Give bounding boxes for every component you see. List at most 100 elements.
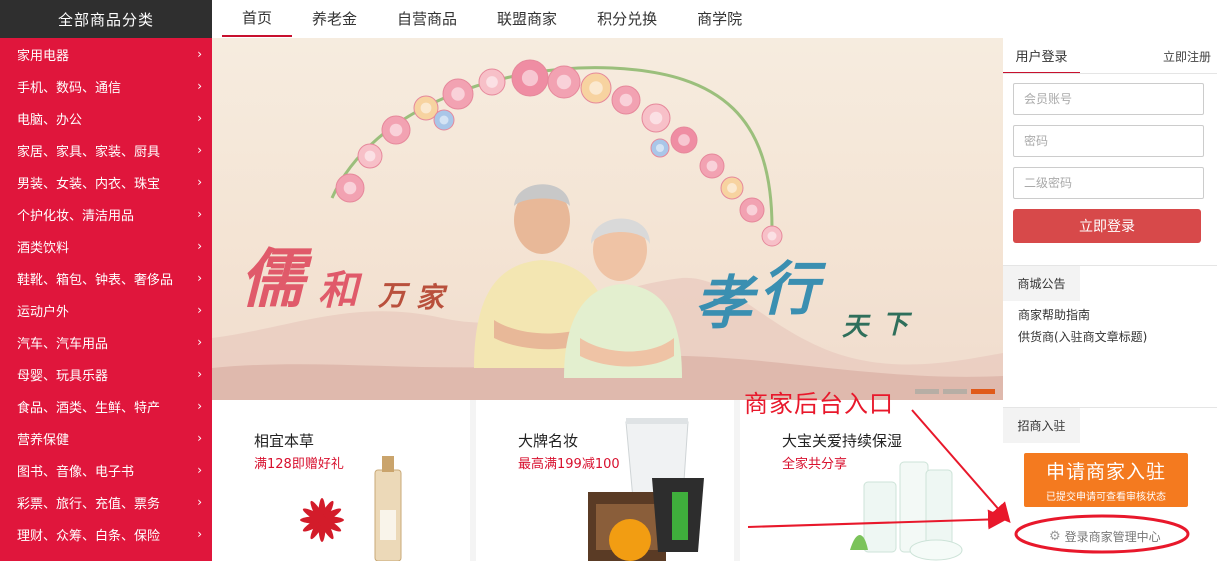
category-label: 营养保健 xyxy=(17,432,70,448)
chevron-right-icon: › xyxy=(197,207,202,221)
slogan-char: 和 xyxy=(318,267,358,314)
category-item[interactable]: 鞋靴、箱包、钟表、奢侈品 › xyxy=(3,262,212,294)
flower-center xyxy=(727,183,737,193)
product-image-skincare xyxy=(850,461,963,561)
promo-card-3[interactable]: 大宝关爱持续保湿 全家共分享 xyxy=(740,400,1003,561)
category-label: 汽车、汽车用品 xyxy=(17,336,109,352)
flower-center xyxy=(655,143,665,153)
flower-center xyxy=(389,123,403,137)
banner-dot[interactable] xyxy=(915,389,939,394)
category-item[interactable]: 营养保健 › xyxy=(3,422,212,454)
promo-card-1[interactable]: 相宜本草 满128即赠好礼 xyxy=(212,400,470,561)
category-item[interactable]: 男装、女装、内衣、珠宝 › xyxy=(3,166,212,198)
category-label: 理财、众筹、白条、保险 xyxy=(17,528,161,544)
flower-center xyxy=(420,102,432,114)
category-item[interactable]: 酒类饮料 › xyxy=(3,230,212,262)
nav-item[interactable]: 自营商品 xyxy=(377,0,477,37)
nav-item[interactable]: 联盟商家 xyxy=(477,0,577,37)
top-nav: 首页 养老金 自营商品 联盟商家 积分兑换 商学院 xyxy=(222,0,762,37)
slogan-char: 行 xyxy=(760,255,819,323)
apply-merchant-button[interactable]: 申请商家入驻 已提交申请可查看审核状态 xyxy=(1024,453,1188,507)
category-item[interactable]: 汽车、汽车用品 › xyxy=(3,326,212,358)
category-item[interactable]: 理财、众筹、白条、保险 › xyxy=(3,518,212,550)
page: 全部商品分类 家用电器 › 手机、数码、通信 › 电脑、办公 › 家居、家具、家装、厨具 › 男… xyxy=(0,0,1217,561)
chevron-right-icon: › xyxy=(197,239,202,253)
tab-user-login[interactable]: 用户登录 xyxy=(1003,38,1080,74)
product-image-serum xyxy=(300,456,402,561)
flower-center xyxy=(451,87,465,101)
chevron-right-icon: › xyxy=(197,495,202,509)
chevron-right-icon: › xyxy=(197,143,202,157)
flower-center xyxy=(767,231,777,241)
chevron-right-icon: › xyxy=(197,111,202,125)
flower-center xyxy=(556,74,572,90)
category-label: 食品、酒类、生鲜、特产 xyxy=(17,400,161,416)
divider xyxy=(1003,73,1217,74)
banner-dot[interactable] xyxy=(943,389,967,394)
nav-item[interactable]: 养老金 xyxy=(292,0,377,37)
banner-slogan-right: 孝行天下 xyxy=(694,255,954,366)
category-header[interactable]: 全部商品分类 xyxy=(0,0,212,38)
category-item[interactable]: 个护化妆、清洁用品 › xyxy=(3,198,212,230)
category-item[interactable]: 母婴、玩具乐器 › xyxy=(3,358,212,390)
flower-center xyxy=(439,115,449,125)
slogan-char: 家 xyxy=(416,281,445,314)
chevron-right-icon: › xyxy=(197,463,202,477)
announcement-link[interactable]: 商家帮助指南 xyxy=(1018,306,1090,323)
category-item[interactable]: 电脑、办公 › xyxy=(3,102,212,134)
right-panel: 用户登录 立即注册 立即登录 商城公告 商家帮助指南 供货商(入驻商文章标题) … xyxy=(1003,38,1217,561)
category-item[interactable]: 手机、数码、通信 › xyxy=(3,70,212,102)
chevron-right-icon: › xyxy=(197,271,202,285)
category-label: 运动户外 xyxy=(17,304,70,320)
chevron-right-icon: › xyxy=(197,399,202,413)
banner-dot[interactable] xyxy=(971,389,995,394)
category-item[interactable]: 图书、音像、电子书 › xyxy=(3,454,212,486)
flower-center xyxy=(649,111,663,125)
flower-center xyxy=(706,160,718,172)
chevron-right-icon: › xyxy=(197,335,202,349)
slogan-char: 下 xyxy=(882,310,909,340)
nav-item[interactable]: 首页 xyxy=(222,0,293,37)
login-button[interactable]: 立即登录 xyxy=(1013,209,1201,243)
category-label: 鞋靴、箱包、钟表、奢侈品 xyxy=(17,272,174,288)
flower-center xyxy=(746,204,758,216)
flower-center xyxy=(678,134,690,146)
announcement-link[interactable]: 供货商(入驻商文章标题) xyxy=(1018,328,1147,345)
category-item[interactable]: 彩票、旅行、充值、票务 › xyxy=(3,486,212,518)
nav-item[interactable]: 商学院 xyxy=(677,0,762,37)
flower-center xyxy=(619,93,633,107)
category-item[interactable]: 食品、酒类、生鲜、特产 › xyxy=(3,390,212,422)
slogan-char: 孝 xyxy=(694,269,753,337)
flower-center xyxy=(343,181,357,195)
merchant-header: 招商入驻 xyxy=(1003,408,1080,443)
category-label: 男装、女装、内衣、珠宝 xyxy=(17,176,161,192)
category-label: 家用电器 xyxy=(17,48,70,64)
category-label: 图书、音像、电子书 xyxy=(17,464,135,480)
hero-banner[interactable]: 儒和万家 孝行天下 xyxy=(212,38,1003,400)
chevron-right-icon: › xyxy=(197,47,202,61)
flower-center xyxy=(589,81,603,95)
register-link[interactable]: 立即注册 xyxy=(1163,48,1211,65)
category-item[interactable]: 运动户外 › xyxy=(3,294,212,326)
flower-center xyxy=(486,76,498,88)
category-item[interactable]: 家居、家具、家装、厨具 › xyxy=(3,134,212,166)
promo-card-2[interactable]: 大牌名妆 最高满199减100 xyxy=(476,400,734,561)
banner-pagination xyxy=(915,389,995,394)
merchant-admin-link[interactable]: ⚙ 登录商家管理中心 xyxy=(1049,528,1161,545)
password-input[interactable] xyxy=(1013,125,1204,157)
account-input[interactable] xyxy=(1013,83,1204,115)
category-label: 手机、数码、通信 xyxy=(17,80,122,96)
slogan-char: 万 xyxy=(378,279,407,312)
category-label: 电脑、办公 xyxy=(17,112,83,128)
slogan-char: 天 xyxy=(842,312,869,342)
nav-item[interactable]: 积分兑换 xyxy=(577,0,677,37)
category-menu: 家用电器 › 手机、数码、通信 › 电脑、办公 › 家居、家具、家装、厨具 › 男装、女装、内衣… xyxy=(0,38,212,561)
category-label: 母婴、玩具乐器 xyxy=(17,368,109,384)
second-password-input[interactable] xyxy=(1013,167,1204,199)
banner-slogan-left: 儒和万家 xyxy=(240,228,470,338)
chevron-right-icon: › xyxy=(197,367,202,381)
apply-button-sublabel: 已提交申请可查看审核状态 xyxy=(1046,492,1166,503)
category-item[interactable]: 家用电器 › xyxy=(3,38,212,70)
category-label: 彩票、旅行、充值、票务 xyxy=(17,496,161,512)
category-label: 家居、家具、家装、厨具 xyxy=(17,144,161,160)
